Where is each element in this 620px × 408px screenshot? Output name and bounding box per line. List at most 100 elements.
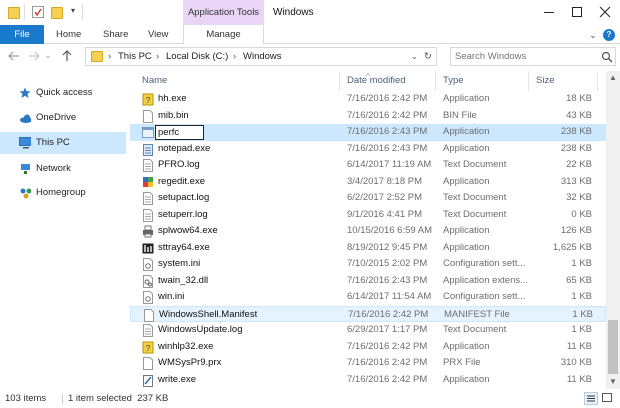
text-file-icon	[143, 159, 153, 172]
ribbon	[0, 25, 620, 44]
file-name: mib.bin	[158, 109, 189, 121]
table-row[interactable]: ? winhlp32.exe 7/16/2016 2:42 PM Applicatio…	[130, 339, 606, 356]
table-row[interactable]: write.exe 7/16/2016 2:42 PM Application 11 …	[130, 372, 606, 389]
large-icons-view-button[interactable]	[601, 392, 615, 405]
minimize-button[interactable]	[535, 0, 563, 25]
selection-info: 1 item selected 237 KB	[68, 393, 169, 404]
file-type: Application	[443, 241, 490, 253]
back-button[interactable]	[6, 48, 22, 64]
table-row[interactable]: setupact.log 6/2/2017 2:52 PM Text Documen…	[130, 190, 606, 207]
tab-file[interactable]: File	[0, 25, 44, 44]
file-size: 32 KB	[566, 192, 592, 203]
column-divider[interactable]	[528, 71, 529, 91]
recent-locations-icon[interactable]: ⌄	[43, 48, 53, 64]
table-row[interactable]: system.ini 7/10/2015 2:02 PM Configuration…	[130, 256, 606, 273]
address-bar[interactable]: › This PC › Local Disk (C:) › Windows ⌄ …	[85, 47, 437, 66]
file-type: Text Document	[443, 192, 507, 203]
file-name: hh.exe	[158, 93, 187, 104]
table-row[interactable]: perfc 7/16/2016 2:43 PM Application 238 KB	[130, 124, 606, 141]
scrollbar-thumb[interactable]	[608, 320, 618, 374]
file-name: setupact.log	[158, 192, 210, 203]
tab-view[interactable]: View	[148, 25, 168, 44]
table-row[interactable]: notepad.exe 7/16/2016 2:43 PM Application 2…	[130, 141, 606, 158]
breadcrumb-this-pc[interactable]: This PC	[118, 48, 152, 65]
table-row[interactable]: WMSysPr9.prx 7/16/2016 2:42 PM PRX File 310…	[130, 355, 606, 372]
large-icons-view-icon	[602, 393, 612, 402]
close-button[interactable]	[591, 0, 619, 25]
breadcrumb-separator-icon[interactable]: ›	[233, 48, 236, 65]
file-name: write.exe	[158, 373, 197, 385]
table-row[interactable]: regedit.exe 3/4/2017 8:18 PM Application 31…	[130, 174, 606, 191]
breadcrumb-separator-icon[interactable]: ›	[108, 48, 111, 65]
table-row[interactable]: win.ini 6/14/2017 11:54 AM Configuration s…	[130, 289, 606, 306]
file-size: 310 KB	[560, 357, 592, 368]
forward-arrow-icon	[29, 51, 40, 61]
file-icon	[143, 357, 153, 370]
search-input[interactable]	[455, 49, 595, 64]
file-size: 1 KB	[571, 258, 592, 269]
help-icon[interactable]: ?	[603, 29, 615, 41]
sidebar-item-network[interactable]: Network	[0, 158, 126, 180]
sidebar-item-this-pc[interactable]: This PC	[0, 132, 126, 154]
maximize-button[interactable]	[563, 0, 591, 25]
file-date: 7/16/2016 2:43 PM	[347, 274, 428, 286]
column-header-name[interactable]: Name	[142, 71, 167, 91]
address-history-icon[interactable]: ⌄	[411, 48, 418, 65]
file-type: Text Document	[443, 159, 507, 170]
new-folder-icon[interactable]	[51, 7, 63, 19]
table-row[interactable]: ? hh.exe 7/16/2016 2:42 PM Application 18 KB	[130, 91, 606, 108]
table-row[interactable]: WindowsShell.Manifest 7/16/2016 2:42 PM MA…	[130, 305, 606, 322]
tab-share[interactable]: Share	[103, 25, 128, 44]
column-divider[interactable]	[435, 71, 436, 91]
scroll-up-icon[interactable]: ▲	[606, 71, 620, 85]
table-row[interactable]: PFRO.log 6/14/2017 11:19 AM Text Document 2…	[130, 157, 606, 174]
file-type: Application	[443, 142, 490, 154]
file-type: Text Document	[443, 324, 507, 335]
column-header-type[interactable]: Type	[443, 71, 464, 91]
table-row[interactable]: setuperr.log 9/1/2016 4:41 PM Text Documen…	[130, 207, 606, 224]
customize-toolbar-icon[interactable]: ▾	[67, 3, 79, 19]
table-row[interactable]: splwow64.exe 10/15/2016 6:59 AM Applicatio…	[130, 223, 606, 240]
table-row[interactable]: mib.bin 7/16/2016 2:42 PM BIN File 43 KB	[130, 108, 606, 125]
tab-home[interactable]: Home	[56, 25, 81, 44]
breadcrumb-windows[interactable]: Windows	[243, 48, 282, 65]
file-size: 1,625 KB	[552, 241, 592, 253]
column-header-size[interactable]: Size	[536, 71, 554, 91]
column-divider[interactable]	[339, 71, 340, 91]
table-row[interactable]: sttray64.exe 8/19/2012 9:45 PM Application…	[130, 240, 606, 257]
scroll-down-icon[interactable]: ▼	[606, 375, 620, 389]
text-file-icon	[143, 324, 153, 337]
properties-icon[interactable]	[32, 6, 44, 18]
status-bar: 103 items 1 item selected 237 KB	[0, 389, 620, 408]
file-date: 7/16/2016 2:42 PM	[347, 357, 428, 368]
tab-manage[interactable]: Manage	[183, 25, 264, 44]
forward-button[interactable]	[26, 48, 42, 64]
app-window-icon	[142, 127, 154, 138]
file-type: Application	[443, 175, 490, 187]
sidebar-item-onedrive[interactable]: OneDrive	[0, 107, 126, 129]
breadcrumb-local-disk[interactable]: Local Disk (C:)	[166, 48, 228, 65]
computer-icon	[19, 137, 31, 149]
rename-input[interactable]: perfc	[155, 125, 204, 140]
file-size: 238 KB	[560, 142, 592, 154]
up-button[interactable]	[59, 48, 75, 64]
up-arrow-icon	[62, 50, 72, 61]
help-exe-icon: ?	[142, 93, 154, 106]
file-name: regedit.exe	[158, 175, 206, 187]
expand-ribbon-icon[interactable]: ⌄	[587, 29, 599, 41]
file-type: Application	[443, 93, 490, 104]
file-date: 6/29/2017 1:17 PM	[347, 324, 428, 335]
file-date: 7/16/2016 2:42 PM	[347, 340, 428, 352]
item-count: 103 items	[5, 393, 47, 404]
file-type: Application	[443, 225, 490, 236]
sidebar-item-homegroup[interactable]: Homegroup	[0, 182, 126, 204]
table-row[interactable]: twain_32.dll 7/16/2016 2:43 PM Application…	[130, 273, 606, 290]
column-header-date[interactable]: Date modified	[347, 71, 406, 91]
breadcrumb-separator-icon[interactable]: ›	[156, 48, 159, 65]
details-view-button[interactable]	[584, 392, 598, 405]
sidebar-item-quick-access[interactable]: Quick access	[0, 82, 126, 104]
table-row[interactable]: WindowsUpdate.log 6/29/2017 1:17 PM Text D…	[130, 322, 606, 339]
refresh-icon[interactable]: ↻	[424, 48, 432, 65]
column-divider[interactable]	[597, 71, 598, 91]
search-box[interactable]	[450, 47, 616, 66]
